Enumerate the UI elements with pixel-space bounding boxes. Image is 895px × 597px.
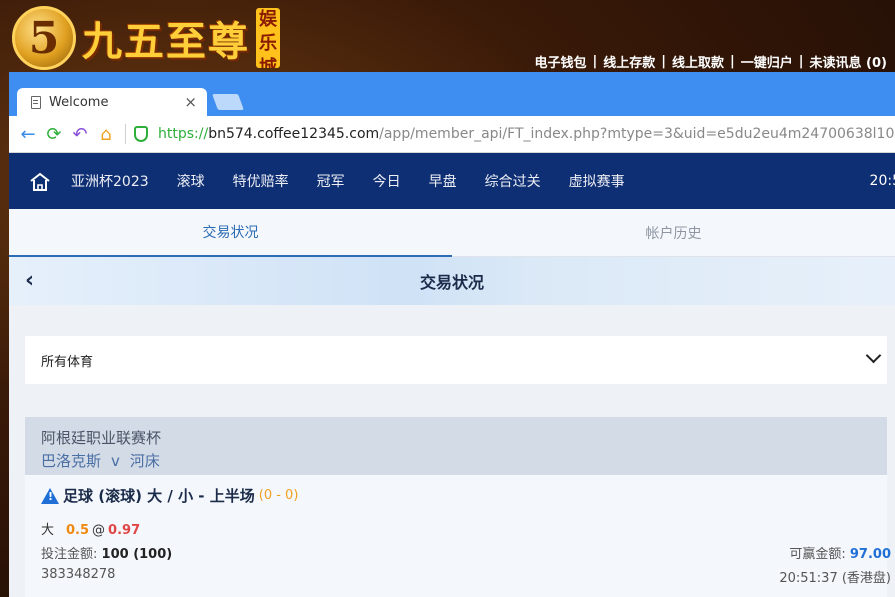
- close-icon[interactable]: ×: [184, 93, 197, 111]
- bet-meta-row: 383348278 20:51:37 (香港盘): [41, 567, 891, 586]
- browser-tab-bar: Welcome ×: [9, 72, 895, 116]
- bet-pick: 大: [41, 523, 55, 538]
- browser-window: Welcome × ← ⟳ ↶ ⌂ https://bn574.coffee12…: [9, 72, 895, 597]
- link-e-wallet[interactable]: 电子钱包: [534, 52, 586, 71]
- win-value: 97.00: [849, 547, 891, 562]
- page-header: ‹ 交易状况: [9, 257, 895, 305]
- ticket-id: 383348278: [41, 567, 116, 582]
- bet-time: 20:51:37 (香港盘): [779, 571, 891, 586]
- bet-selection: 大 0.5 @0.97: [41, 519, 140, 538]
- nav-parlay[interactable]: 综合过关: [485, 171, 541, 191]
- nav-today[interactable]: 今日: [373, 171, 401, 191]
- bet-match-header: 阿根廷职业联赛杯 巴洛克斯 v 河床: [25, 417, 887, 475]
- link-withdraw[interactable]: 线上取款: [672, 52, 724, 71]
- bet-type-title: 足球 (滚球) 大 / 小 - 上半场 (0 - 0): [41, 485, 298, 506]
- chevron-down-icon: [865, 347, 882, 364]
- bet-odds: 0.97: [108, 523, 141, 538]
- refresh-icon[interactable]: ⟳: [41, 124, 67, 145]
- link-separator: |: [661, 54, 666, 69]
- bet-type: 足球 (滚球) 大 / 小 - 上半场: [63, 487, 255, 505]
- home-icon[interactable]: ⌂: [93, 124, 119, 145]
- back-arrow-icon[interactable]: ←: [15, 124, 41, 145]
- address-bar: ← ⟳ ↶ ⌂ https://bn574.coffee12345.com/ap…: [9, 116, 895, 153]
- tab-title: Welcome: [49, 94, 109, 110]
- top-links: 电子钱包 | 线上存款 | 线上取款 | 一键归户 | 未读讯息 (0): [534, 52, 887, 71]
- undo-icon[interactable]: ↶: [67, 124, 93, 145]
- stake-label: 投注金额:: [41, 547, 98, 562]
- page-title: 交易状况: [419, 273, 484, 292]
- clock: 20:5: [869, 173, 895, 189]
- bet-amount-row: 投注金额: 100 (100) 可赢金额: 97.00: [41, 543, 891, 562]
- link-separator: |: [730, 54, 735, 69]
- at-sign: @: [92, 523, 106, 538]
- sport-filter-dropdown[interactable]: 所有体育: [25, 336, 887, 384]
- url-input[interactable]: https://bn574.coffee12345.com/app/member…: [158, 126, 894, 142]
- match-teams: 巴洛克斯 v 河床: [41, 450, 871, 471]
- link-unread-messages[interactable]: 未读讯息 (0): [810, 52, 887, 71]
- new-tab-button[interactable]: [212, 94, 244, 110]
- tab-transaction-status[interactable]: 交易状况: [9, 209, 452, 257]
- sub-tabs: 交易状况 帐户历史: [9, 209, 895, 257]
- bet-score: (0 - 0): [258, 488, 299, 503]
- site-logo[interactable]: 5 九五至尊 娱乐城: [12, 6, 280, 70]
- link-separator: |: [592, 54, 598, 69]
- win-label: 可赢金额:: [789, 547, 846, 562]
- bet-card: 阿根廷职业联赛杯 巴洛克斯 v 河床 足球 (滚球) 大 / 小 - 上半场 (0 …: [25, 417, 891, 597]
- link-consolidate[interactable]: 一键归户: [741, 52, 793, 71]
- league-name: 阿根廷职业联赛杯: [41, 429, 162, 447]
- sport-filter-value: 所有体育: [41, 354, 94, 370]
- bet-handicap: 0.5: [66, 523, 90, 538]
- site-banner: 5 九五至尊 娱乐城 电子钱包 | 线上存款 | 线上取款 | 一键归户 | 未…: [0, 0, 895, 72]
- warning-icon: [41, 487, 59, 504]
- nav-asian-cup[interactable]: 亚洲杯2023: [71, 171, 149, 191]
- link-separator: |: [798, 54, 804, 69]
- logo-tag: 娱乐城: [256, 8, 280, 68]
- url-protocol: https://: [158, 126, 209, 142]
- shield-icon[interactable]: [134, 126, 148, 142]
- logo-badge: 5: [12, 6, 76, 70]
- chevron-left-icon[interactable]: ‹: [25, 268, 34, 293]
- tab-account-history[interactable]: 帐户历史: [452, 209, 895, 257]
- main-content: 所有体育 阿根廷职业联赛杯 巴洛克斯 v 河床 足球 (滚球) 大 / 小 - 上半…: [9, 305, 895, 597]
- nav-virtual[interactable]: 虚拟赛事: [569, 171, 625, 191]
- logo-text: 九五至尊: [82, 18, 250, 65]
- win-amount: 可赢金额: 97.00: [789, 543, 891, 562]
- link-deposit[interactable]: 线上存款: [603, 52, 655, 71]
- url-host: bn574.coffee12345.com: [208, 126, 380, 142]
- nav-best-odds[interactable]: 特优赔率: [233, 171, 289, 191]
- nav-outright[interactable]: 冠军: [317, 171, 345, 191]
- divider: [125, 124, 126, 144]
- nav-early[interactable]: 早盘: [429, 171, 457, 191]
- browser-tab-welcome[interactable]: Welcome ×: [17, 88, 207, 116]
- away-team: 河床: [129, 452, 160, 470]
- versus-label: v: [111, 452, 120, 470]
- home-team: 巴洛克斯: [41, 452, 102, 470]
- nav-in-play[interactable]: 滚球: [177, 171, 205, 191]
- home-icon[interactable]: [29, 172, 51, 191]
- url-path: /app/member_api/FT_index.php?mtype=3&uid…: [379, 126, 895, 142]
- stake-value: 100 (100): [101, 547, 173, 562]
- document-icon: [31, 95, 41, 109]
- site-navigation: 亚洲杯2023 滚球 特优赔率 冠军 今日 早盘 综合过关 虚拟赛事 20:5: [9, 153, 895, 209]
